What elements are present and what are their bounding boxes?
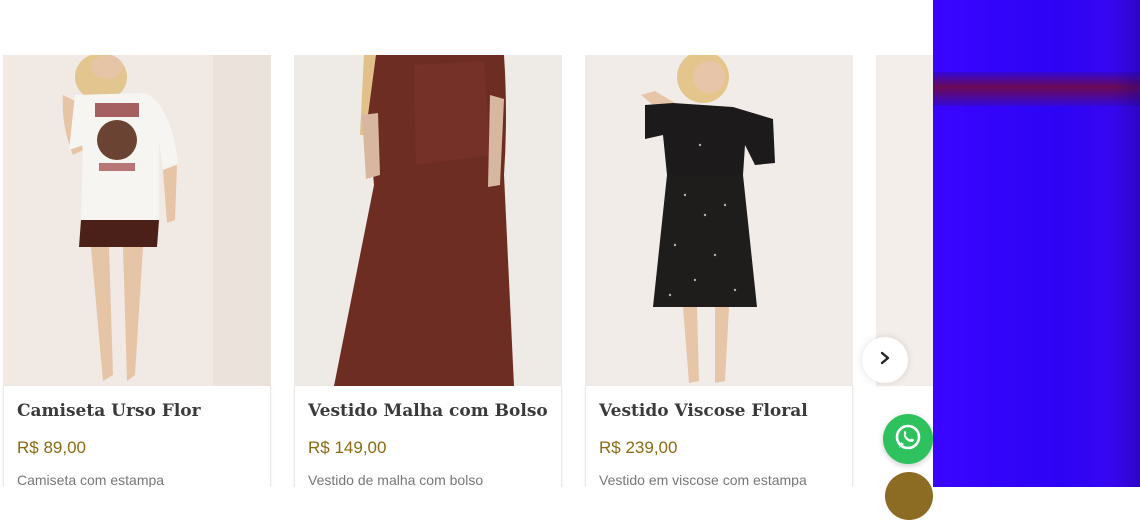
product-carousel: Camiseta Urso Flor R$ 89,00 Camiseta com… xyxy=(0,55,933,487)
side-panel xyxy=(933,0,1140,487)
side-panel-stripe xyxy=(933,72,1140,106)
carousel-next-button[interactable] xyxy=(862,337,908,383)
product-card[interactable]: Vestido Malha com Bolso R$ 149,00 Vestid… xyxy=(294,55,562,487)
product-card[interactable]: Camiseta Urso Flor R$ 89,00 Camiseta com… xyxy=(3,55,271,487)
top-bar xyxy=(0,0,933,55)
product-info: Vestido Malha com Bolso R$ 149,00 Vestid… xyxy=(294,386,562,487)
chevron-right-icon xyxy=(878,351,892,370)
product-price: R$ 239,00 xyxy=(599,438,678,457)
product-price: R$ 149,00 xyxy=(308,438,387,457)
product-card[interactable]: Vestido Viscose Floral R$ 239,00 Vestido… xyxy=(585,55,853,487)
product-title[interactable]: Camiseta Urso Flor xyxy=(17,401,201,421)
scroll-top-button[interactable] xyxy=(885,472,933,520)
product-description: Camiseta com estampa xyxy=(17,472,165,487)
side-panel-shade xyxy=(1112,0,1140,487)
product-title[interactable]: Vestido Viscose Floral xyxy=(599,401,808,421)
product-info: Vestido Viscose Floral R$ 239,00 Vestido… xyxy=(585,386,853,487)
product-description: Vestido em viscose com estampa xyxy=(599,472,807,487)
product-image[interactable] xyxy=(294,55,562,386)
product-title[interactable]: Vestido Malha com Bolso xyxy=(308,401,548,421)
product-image[interactable] xyxy=(3,55,271,386)
product-price: R$ 89,00 xyxy=(17,438,86,457)
whatsapp-icon xyxy=(893,422,923,457)
product-info: Camiseta Urso Flor R$ 89,00 Camiseta com… xyxy=(3,386,271,487)
product-description: Vestido de malha com bolso xyxy=(308,472,484,487)
whatsapp-button[interactable] xyxy=(883,414,933,464)
product-image[interactable] xyxy=(585,55,853,386)
